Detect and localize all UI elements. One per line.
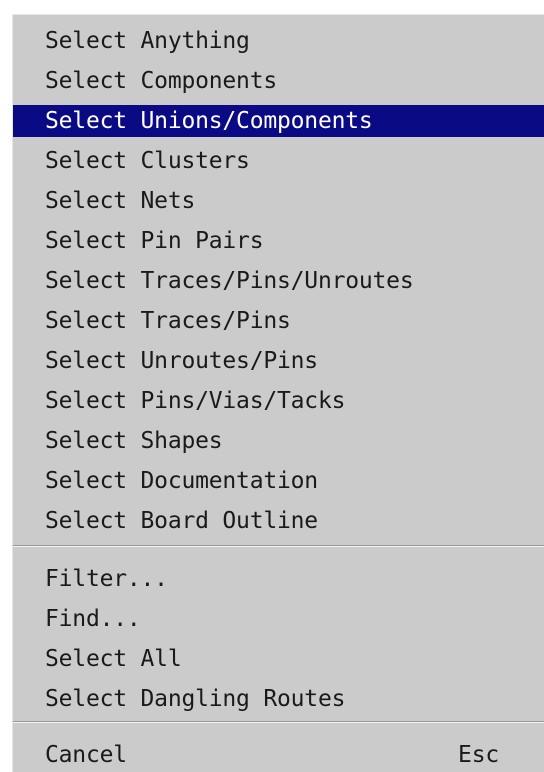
menu-item-label: Select Documentation [45,468,318,494]
menu-item-label: Select Traces/Pins/Unroutes [45,268,414,294]
menu-item-find[interactable]: Find... [13,603,544,635]
menu-item-select-unroutes-pins[interactable]: Select Unroutes/Pins [13,345,544,377]
menu-item-label: Select Components [45,68,278,94]
menu-item-label: Find... [45,606,141,632]
menu-item-label: Cancel [45,742,127,768]
menu-item-label: Select Unions/Components [45,108,373,134]
menu-item-select-dangling-routes[interactable]: Select Dangling Routes [13,683,544,715]
menu-item-filter[interactable]: Filter... [13,563,544,595]
menu-item-label: Filter... [45,566,168,592]
menu-separator [13,721,544,723]
shortcut-label: Esc [458,742,499,768]
menu-item-label: Select Board Outline [45,508,318,534]
menu-item-label: Select Pins/Vias/Tacks [45,388,346,414]
menu-item-label: Select Anything [45,28,250,54]
menu-item-select-pin-pairs[interactable]: Select Pin Pairs [13,225,544,257]
menu-item-label: Select Traces/Pins [45,308,291,334]
menu-item-label: Select Clusters [45,148,250,174]
menu-item-select-board-outline[interactable]: Select Board Outline [13,505,544,537]
menu-item-label: Select Unroutes/Pins [45,348,318,374]
context-menu: Select Anything Select Components Select… [12,14,544,772]
menu-item-select-all[interactable]: Select All [13,643,544,675]
menu-item-select-traces-pins[interactable]: Select Traces/Pins [13,305,544,337]
menu-item-select-anything[interactable]: Select Anything [13,25,544,57]
menu-item-label: Select Pin Pairs [45,228,264,254]
menu-item-select-nets[interactable]: Select Nets [13,185,544,217]
menu-item-label: Select Shapes [45,428,223,454]
menu-item-select-documentation[interactable]: Select Documentation [13,465,544,497]
menu-item-label: Select Dangling Routes [45,686,346,712]
menu-item-select-components[interactable]: Select Components [13,65,544,97]
menu-item-cancel[interactable]: Cancel Esc [13,739,544,771]
menu-item-select-traces-pins-unroutes[interactable]: Select Traces/Pins/Unroutes [13,265,544,297]
menu-item-label: Select Nets [45,188,196,214]
menu-item-select-unions-components[interactable]: Select Unions/Components [13,105,544,137]
menu-item-select-clusters[interactable]: Select Clusters [13,145,544,177]
menu-item-select-shapes[interactable]: Select Shapes [13,425,544,457]
menu-item-label: Select All [45,646,182,672]
menu-separator [13,545,544,547]
menu-item-select-pins-vias-tacks[interactable]: Select Pins/Vias/Tacks [13,385,544,417]
